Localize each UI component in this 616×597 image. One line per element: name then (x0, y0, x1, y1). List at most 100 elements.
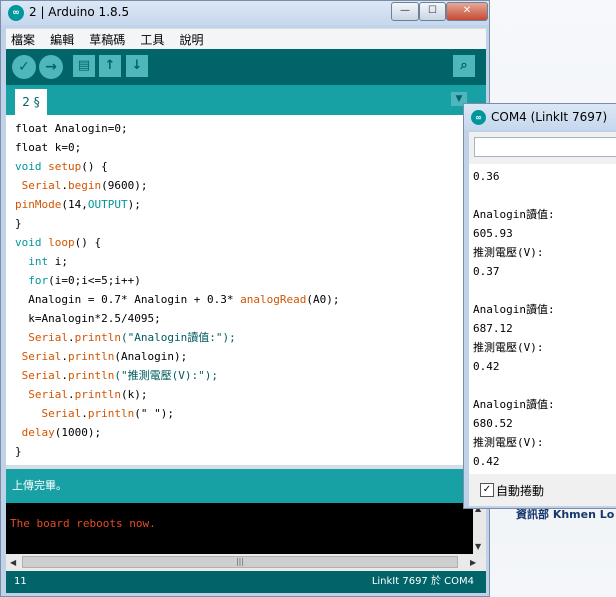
code-line: pinMode(14,OUTPUT); (15, 195, 141, 214)
code-line: float k=0; (15, 138, 81, 157)
line-number: 11 (14, 576, 27, 587)
code-token: . (61, 369, 68, 382)
status-message: 上傳完畢。 (6, 469, 486, 503)
maximize-button[interactable]: ☐ (419, 2, 446, 21)
title-bar[interactable]: ∞ 2 | Arduino 1.8.5 — ☐ ✕ (1, 1, 489, 25)
code-line: delay(1000); (15, 423, 101, 442)
code-token: (9600); (101, 179, 148, 192)
serial-output-line: 0.36 (473, 170, 500, 183)
serial-send-input[interactable] (474, 137, 616, 157)
upload-button[interactable]: → (39, 55, 63, 79)
code-line: float Analogin=0; (15, 119, 128, 138)
horizontal-scrollbar[interactable]: ◀ ||| ▶ (6, 554, 486, 571)
code-token: println (74, 388, 121, 401)
menu-file[interactable]: 檔案 (6, 29, 40, 48)
code-editor[interactable]: float Analogin=0; float k=0; void setup() … (6, 115, 486, 465)
scroll-down-icon[interactable]: ▼ (475, 542, 481, 551)
serial-monitor-button[interactable]: ⌕ (453, 55, 475, 77)
save-sketch-button[interactable]: ↓ (126, 55, 148, 77)
serial-output-line: 0.42 (473, 360, 500, 373)
code-line: Serial.println(Analogin); (15, 347, 188, 366)
serial-monitor-window: ∞ COM4 (LinkIt 7697) 0.36 Analogin讀值: 605.… (463, 103, 616, 509)
console-output: The board reboots now. (6, 503, 473, 554)
code-token: Serial (28, 331, 68, 344)
code-token: (k); (120, 388, 148, 401)
serial-output-line: 680.52 (473, 417, 513, 430)
tab-sketch-2[interactable]: 2 § (15, 89, 47, 115)
serial-output-line: 0.42 (473, 455, 500, 468)
autoscroll-checkbox[interactable]: ✓ (480, 483, 494, 497)
console-line: The board reboots now. (10, 517, 156, 530)
code-token: Serial (21, 179, 62, 192)
minimize-button[interactable]: — (391, 2, 419, 21)
code-token: } (15, 217, 22, 230)
code-token: (A0); (306, 293, 340, 306)
code-token: Analogin = 0.7* Analogin + 0.3* (15, 293, 241, 306)
menu-tools[interactable]: 工具 (135, 29, 169, 48)
serial-output-line: 推測電壓(V): (473, 436, 544, 449)
menu-bar: 檔案 編輯 草稿碼 工具 說明 (6, 28, 486, 49)
code-token: . (81, 407, 88, 420)
scroll-left-icon[interactable]: ◀ (10, 558, 16, 567)
code-token: () { (81, 160, 108, 173)
menu-help[interactable]: 說明 (174, 29, 208, 48)
serial-output: 0.36 Analogin讀值: 605.93 推測電壓(V): 0.37 Analogi… (469, 164, 616, 474)
code-token: delay (21, 426, 55, 439)
code-token: Serial (21, 369, 62, 382)
serial-output-line: Analogin讀值: (473, 303, 555, 316)
code-line: Serial.println("推測電壓(V):"); (15, 366, 218, 385)
console-scrollbar[interactable]: ▲ ▼ (473, 503, 486, 554)
code-token: for (28, 274, 49, 287)
code-token: println (87, 407, 135, 420)
serial-body: 0.36 Analogin讀值: 605.93 推測電壓(V): 0.37 Analogi… (469, 132, 616, 506)
code-line: Serial.println(" "); (15, 404, 174, 423)
code-token: () { (74, 236, 102, 249)
code-token: println (68, 350, 115, 363)
code-line: int i; (15, 252, 68, 271)
serial-output-line: Analogin讀值: (473, 208, 555, 221)
code-token: . (68, 331, 75, 344)
close-button[interactable]: ✕ (446, 2, 488, 21)
toolbar: ✓ → ▤ ↑ ↓ ⌕ (6, 49, 486, 85)
scroll-right-icon[interactable]: ▶ (470, 558, 476, 567)
code-token: float k=0; (15, 141, 82, 154)
menu-edit[interactable]: 編輯 (45, 29, 79, 48)
code-token: void (15, 160, 49, 173)
board-port-label: LinkIt 7697 於 COM4 (371, 576, 474, 587)
tab-bar: 2 § ▼ (6, 85, 486, 115)
code-token: (1000); (54, 426, 102, 439)
serial-output-line: 605.93 (473, 227, 513, 240)
code-token: i; (48, 255, 68, 268)
code-token: begin (68, 179, 102, 192)
scrollbar-thumb[interactable]: ||| (22, 556, 458, 568)
code-line: Serial.println("Analogin讀值:"); (15, 328, 235, 347)
new-sketch-button[interactable]: ▤ (73, 55, 95, 77)
code-token: (i=0;i<=5;i++) (48, 274, 141, 287)
code-token: pinMode (15, 198, 62, 211)
code-line: void setup() { (15, 157, 108, 176)
serial-output-line: 推測電壓(V): (473, 341, 544, 354)
code-line: Serial.println(k); (15, 385, 147, 404)
open-sketch-button[interactable]: ↑ (99, 55, 121, 77)
serial-output-line: 0.37 (473, 265, 500, 278)
code-token: float Analogin=0; (15, 122, 128, 135)
code-token: k=Analogin*2.5/4095; (15, 312, 161, 325)
menu-sketch[interactable]: 草稿碼 (84, 29, 130, 48)
verify-button[interactable]: ✓ (12, 55, 36, 79)
code-token: OUTPUT (87, 198, 128, 211)
code-token: Serial (21, 350, 62, 363)
autoscroll-label[interactable]: 自動捲動 (496, 482, 544, 499)
serial-title-bar[interactable]: ∞ COM4 (LinkIt 7697) (464, 104, 616, 130)
serial-output-line: 687.12 (473, 322, 513, 335)
serial-window-title: COM4 (LinkIt 7697) (491, 110, 608, 124)
code-token: Serial (28, 388, 68, 401)
code-token: println (68, 369, 115, 382)
code-token: (14, (61, 198, 88, 211)
